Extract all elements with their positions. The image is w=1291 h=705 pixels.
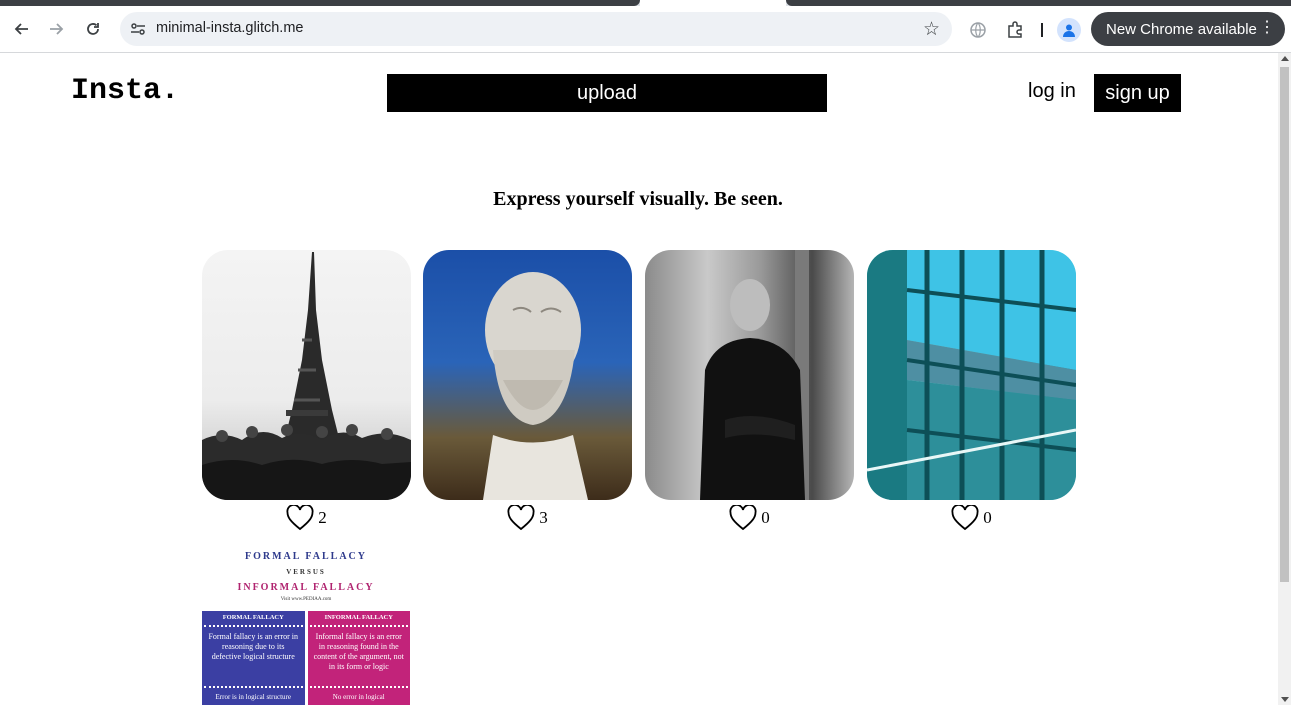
scroll-up-arrow-icon[interactable] [1281,56,1289,61]
post-image-eiffel-tower[interactable] [202,250,411,500]
like-row: 0 [645,505,854,531]
scroll-down-arrow-icon[interactable] [1281,697,1289,702]
like-row: 2 [202,505,411,531]
post-card: 0 [645,250,854,531]
infographic-title-formal: FORMAL FALLACY [245,551,367,562]
forward-arrow-icon[interactable] [44,16,70,42]
like-count: 3 [539,508,548,527]
post-image-fallacy-infographic[interactable]: FORMAL FALLACY VERSUS INFORMAL FALLACY V… [202,543,410,705]
infographic-column-footer: No error in logical [332,693,385,701]
infographic-title-informal: INFORMAL FALLACY [237,582,375,593]
signup-button[interactable]: sign up [1094,74,1181,112]
infographic-column-heading: FORMAL FALLACY [222,614,284,621]
like-count: 0 [983,508,992,527]
infographic-header: FORMAL FALLACY VERSUS INFORMAL FALLACY V… [202,551,410,602]
tagline: Express yourself visually. Be seen. [493,188,783,210]
post-image-windows-view[interactable] [867,250,1076,500]
like-row: 3 [423,505,632,531]
browser-toolbar: minimal-insta.glitch.me ☆ New Chrome ava… [0,6,1291,53]
heart-icon[interactable] [286,505,314,531]
post-card: 3 [423,250,632,531]
post-card: 0 [867,250,1076,531]
post-card: 2 [202,250,411,531]
chrome-update-button[interactable]: New Chrome available ⋮ [1091,12,1285,46]
infographic-column-footer: Error is in logical structure [215,693,291,701]
heart-icon[interactable] [729,505,757,531]
post-image-statue-bust[interactable] [423,250,632,500]
upload-button[interactable]: upload [387,74,827,112]
infographic-columns: FORMAL FALLACY Formal fallacy is an erro… [202,611,410,705]
infographic-source: Visit www.PEDIAA.com [280,597,332,602]
translate-globe-icon[interactable] [967,19,989,41]
like-count: 2 [318,508,327,527]
scroll-thumb[interactable] [1280,67,1289,582]
site-info-icon[interactable] [128,19,148,39]
more-menu-icon[interactable]: ⋮ [1259,20,1275,36]
infographic-column-heading: INFORMAL FALLACY [324,614,393,621]
bookmark-star-icon[interactable]: ☆ [923,18,940,41]
reload-icon[interactable] [80,16,106,42]
infographic-column-informal: INFORMAL FALLACY Informal fallacy is an … [307,611,410,705]
toolbar-divider [1041,23,1043,37]
infographic-column-body: Formal fallacy is an error in reasoning … [208,632,299,661]
back-arrow-icon[interactable] [8,16,34,42]
heart-icon[interactable] [507,505,535,531]
chrome-update-label: New Chrome available [1106,20,1257,38]
post-image-man-portrait[interactable] [645,250,854,500]
like-count: 0 [761,508,770,527]
infographic-column-body: Informal fallacy is an error in reasonin… [313,632,404,671]
infographic-column-formal: FORMAL FALLACY Formal fallacy is an erro… [202,611,305,705]
site-logo[interactable]: Insta. [71,74,179,108]
infographic-versus: VERSUS [286,568,326,576]
page-scrollbar[interactable] [1278,53,1291,705]
login-link[interactable]: log in [1028,80,1076,103]
address-bar[interactable]: minimal-insta.glitch.me ☆ [120,12,952,46]
profile-avatar-icon[interactable] [1057,18,1081,42]
heart-icon[interactable] [951,505,979,531]
extensions-puzzle-icon[interactable] [1004,19,1026,41]
like-row: 0 [867,505,1076,531]
url-text[interactable]: minimal-insta.glitch.me [156,20,303,36]
